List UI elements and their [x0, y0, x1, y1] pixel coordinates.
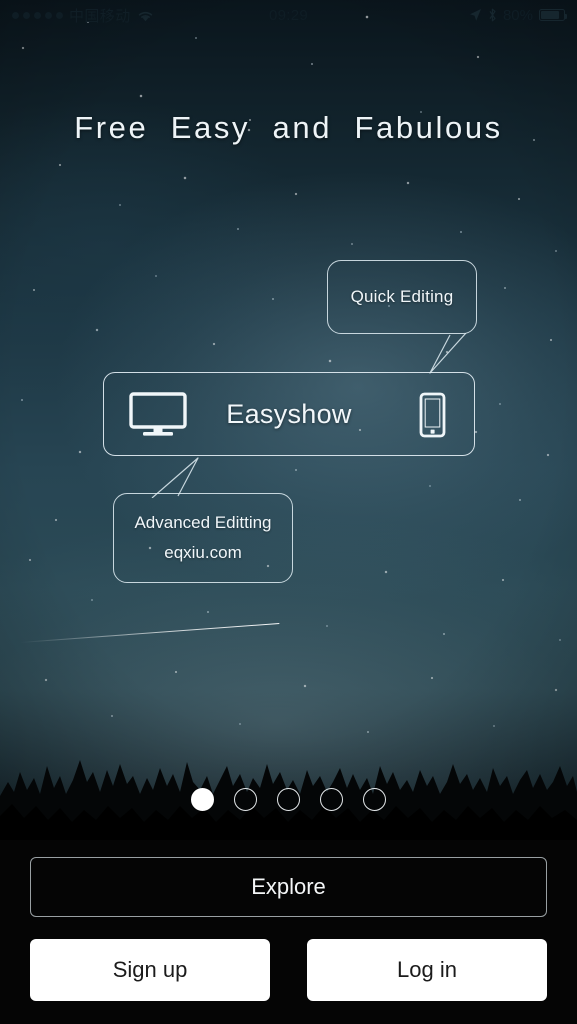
onboarding-screen: 中国移动 09:29 80% Free Easy and Fabulous Qu… — [0, 0, 577, 1024]
quick-editing-callout: Quick Editing — [327, 260, 477, 374]
easyshow-card[interactable]: Easyshow — [103, 372, 475, 456]
page-dot-1[interactable] — [191, 788, 214, 811]
page-title: Free Easy and Fabulous — [74, 110, 503, 145]
website-label: eqxiu.com — [164, 543, 242, 562]
bluetooth-icon — [489, 8, 496, 22]
location-arrow-icon — [469, 9, 481, 21]
advanced-editing-label: Advanced Editting — [134, 513, 272, 532]
treeline-silhouette — [0, 760, 577, 840]
sign-up-button[interactable]: Sign up — [30, 939, 270, 1001]
quick-editing-label: Quick Editing — [350, 287, 454, 306]
page-dot-4[interactable] — [320, 788, 343, 811]
callout-tail-down-left-icon — [429, 333, 467, 374]
callout-tail-up-right-icon — [151, 457, 199, 498]
battery-icon — [539, 9, 567, 21]
mobile-phone-icon — [419, 392, 446, 438]
battery-percent-label: 80% — [502, 6, 533, 24]
page-dot-3[interactable] — [277, 788, 300, 811]
explore-button[interactable]: Explore — [30, 857, 547, 917]
auth-button-row: Sign up Log in — [30, 939, 547, 1001]
page-indicator — [0, 788, 577, 811]
status-bar: 中国移动 09:29 80% — [0, 0, 577, 30]
log-in-button[interactable]: Log in — [307, 939, 547, 1001]
status-bar-right: 80% — [469, 6, 567, 24]
page-dot-2[interactable] — [234, 788, 257, 811]
page-dot-5[interactable] — [363, 788, 386, 811]
advanced-editing-callout: Advanced Editting eqxiu.com — [113, 457, 293, 583]
